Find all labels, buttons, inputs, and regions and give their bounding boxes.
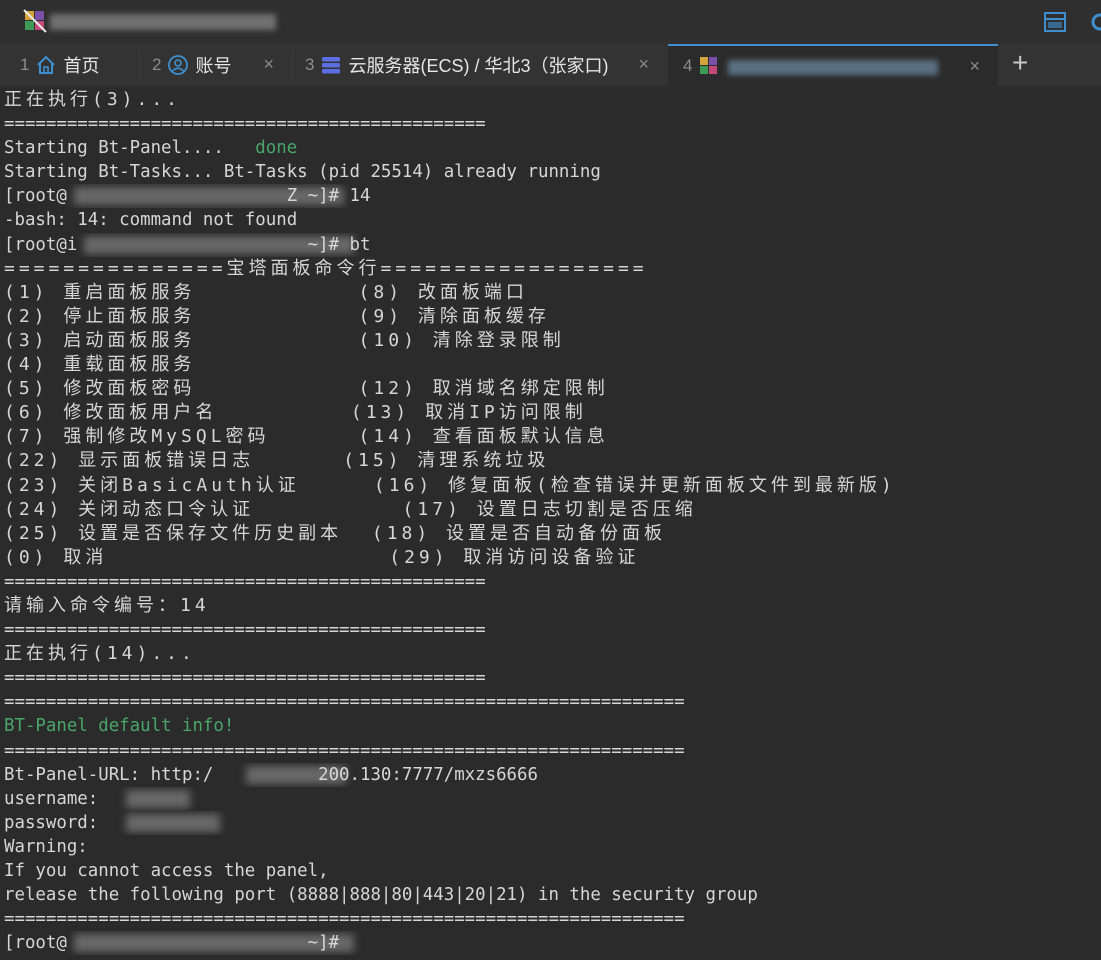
terminal-line: (25) 设置是否保存文件历史副本 (18) 设置是否自动备份面板 bbox=[4, 522, 667, 544]
terminal-line: Starting Bt-Tasks... Bt-Tasks (pid 25514… bbox=[4, 162, 601, 183]
terminal-line: ========================================… bbox=[4, 692, 685, 713]
window-title-redacted bbox=[50, 14, 276, 30]
terminal-line: [root@ Z ~]# 14 bbox=[4, 184, 1099, 208]
terminal-line: ========================================… bbox=[4, 620, 486, 641]
terminal-line: ===============宝塔面板命令行================== bbox=[4, 257, 648, 279]
tab-label-blur bbox=[728, 60, 938, 75]
tab-separator bbox=[139, 50, 140, 80]
terminal-line: (22) 显示面板错误日志 (15) 清理系统垃圾 bbox=[4, 450, 550, 472]
tab-terminal-active[interactable]: 4 × bbox=[668, 44, 998, 86]
tab-number: 3 bbox=[305, 55, 315, 74]
app-logo-icon bbox=[23, 9, 47, 33]
terminal-line: ========================================… bbox=[4, 114, 486, 135]
tab-number: 4 bbox=[683, 56, 693, 75]
home-icon bbox=[37, 55, 56, 74]
terminal-line: [root@i ~]# bt bbox=[4, 233, 1099, 257]
ip-blur bbox=[246, 765, 346, 784]
username-blur bbox=[126, 789, 190, 808]
new-tab-button[interactable]: + bbox=[1012, 48, 1028, 78]
settings-gear-icon[interactable] bbox=[1088, 10, 1101, 34]
tab-label: 云服务器(ECS) / 华北3（张家口) bbox=[348, 56, 609, 76]
terminal-line: Bt-Panel-URL: http:/ 200.130:7777/mxzs66… bbox=[4, 763, 1099, 787]
terminal-line: (5) 修改面板密码 (12) 取消域名绑定限制 bbox=[4, 378, 609, 400]
terminal-line: (24) 关闭动态口令认证 (17) 设置日志切割是否压缩 bbox=[4, 498, 697, 520]
terminal-line: (2) 停止面板服务 (9) 清除面板缓存 bbox=[4, 305, 550, 327]
terminal-line: (0) 取消 (29) 取消访问设备验证 bbox=[4, 546, 640, 568]
terminal-line: ========================================… bbox=[4, 571, 486, 592]
terminal-line: (3) 启动面板服务 (10) 清除登录限制 bbox=[4, 329, 565, 351]
terminal-line: Starting Bt-Panel.... done bbox=[4, 136, 1099, 160]
hostname-blur bbox=[74, 187, 344, 206]
hostname-blur bbox=[74, 934, 354, 953]
terminal-text: username: bbox=[4, 788, 109, 809]
tab-bar: 1 首页 2 账号 × 3 云服务器(ECS) / 华北3（张家口) × 4 ×… bbox=[0, 44, 1101, 86]
terminal-text: password: bbox=[4, 812, 109, 833]
tab-number: 1 bbox=[20, 55, 30, 74]
terminal-line: (4) 重载面板服务 bbox=[4, 354, 196, 376]
tab-home[interactable]: 1 首页 bbox=[20, 44, 130, 86]
terminal-line: 正在执行(14)... bbox=[4, 643, 196, 665]
sidebar-toggle-icon[interactable] bbox=[1043, 10, 1067, 34]
terminal-output[interactable]: 正在执行(3)... =============================… bbox=[4, 88, 1099, 955]
tab-label: 账号 bbox=[195, 56, 232, 76]
title-bar bbox=[0, 0, 1101, 44]
terminal-line: username: bbox=[4, 787, 1099, 811]
terminal-line: (7) 强制修改MySQL密码 (14) 查看面板默认信息 bbox=[4, 426, 609, 448]
server-icon bbox=[322, 57, 341, 74]
tab-label: 首页 bbox=[63, 56, 100, 76]
terminal-line: release the following port (8888|888|80|… bbox=[4, 885, 758, 906]
hostname-blur bbox=[84, 235, 354, 254]
terminal-line: 正在执行(3)... bbox=[4, 89, 182, 110]
terminal-line: (6) 修改面板用户名 (13) 取消IP访问限制 bbox=[4, 402, 587, 424]
tab-account[interactable]: 2 账号 × bbox=[152, 44, 292, 86]
terminal-line: (1) 重启面板服务 (8) 改面板端口 bbox=[4, 281, 528, 303]
terminal-line: ========================================… bbox=[4, 668, 486, 689]
terminal-line: Warning: bbox=[4, 836, 88, 857]
tab-close-button[interactable]: × bbox=[263, 54, 274, 75]
app-logo-icon bbox=[700, 57, 718, 74]
terminal-line: ========================================… bbox=[4, 909, 685, 930]
done-status: done bbox=[255, 138, 298, 159]
terminal-line: If you cannot access the panel, bbox=[4, 861, 329, 881]
tab-close-button[interactable]: × bbox=[638, 54, 649, 75]
user-icon bbox=[168, 55, 189, 75]
terminal-text: Starting Bt-Panel.... bbox=[4, 138, 256, 159]
terminal-line: ========================================… bbox=[4, 740, 685, 761]
terminal-line: 请输入命令编号：14 bbox=[4, 594, 210, 616]
password-blur bbox=[126, 813, 220, 832]
terminal-line: password: bbox=[4, 811, 1099, 835]
terminal-line: -bash: 14: command not found bbox=[4, 210, 298, 231]
terminal-line: [root@ ~]# bbox=[4, 931, 1099, 955]
tab-ecs[interactable]: 3 云服务器(ECS) / 华北3（张家口) × bbox=[305, 44, 667, 86]
tab-separator bbox=[292, 50, 293, 80]
terminal-line: (23) 关闭BasicAuth认证 (16) 修复面板(检查错误并更新面板文件… bbox=[4, 474, 896, 496]
tab-close-button[interactable]: × bbox=[969, 56, 980, 77]
terminal-line-highlight: BT-Panel default info! bbox=[4, 716, 235, 737]
tab-number: 2 bbox=[152, 55, 162, 74]
